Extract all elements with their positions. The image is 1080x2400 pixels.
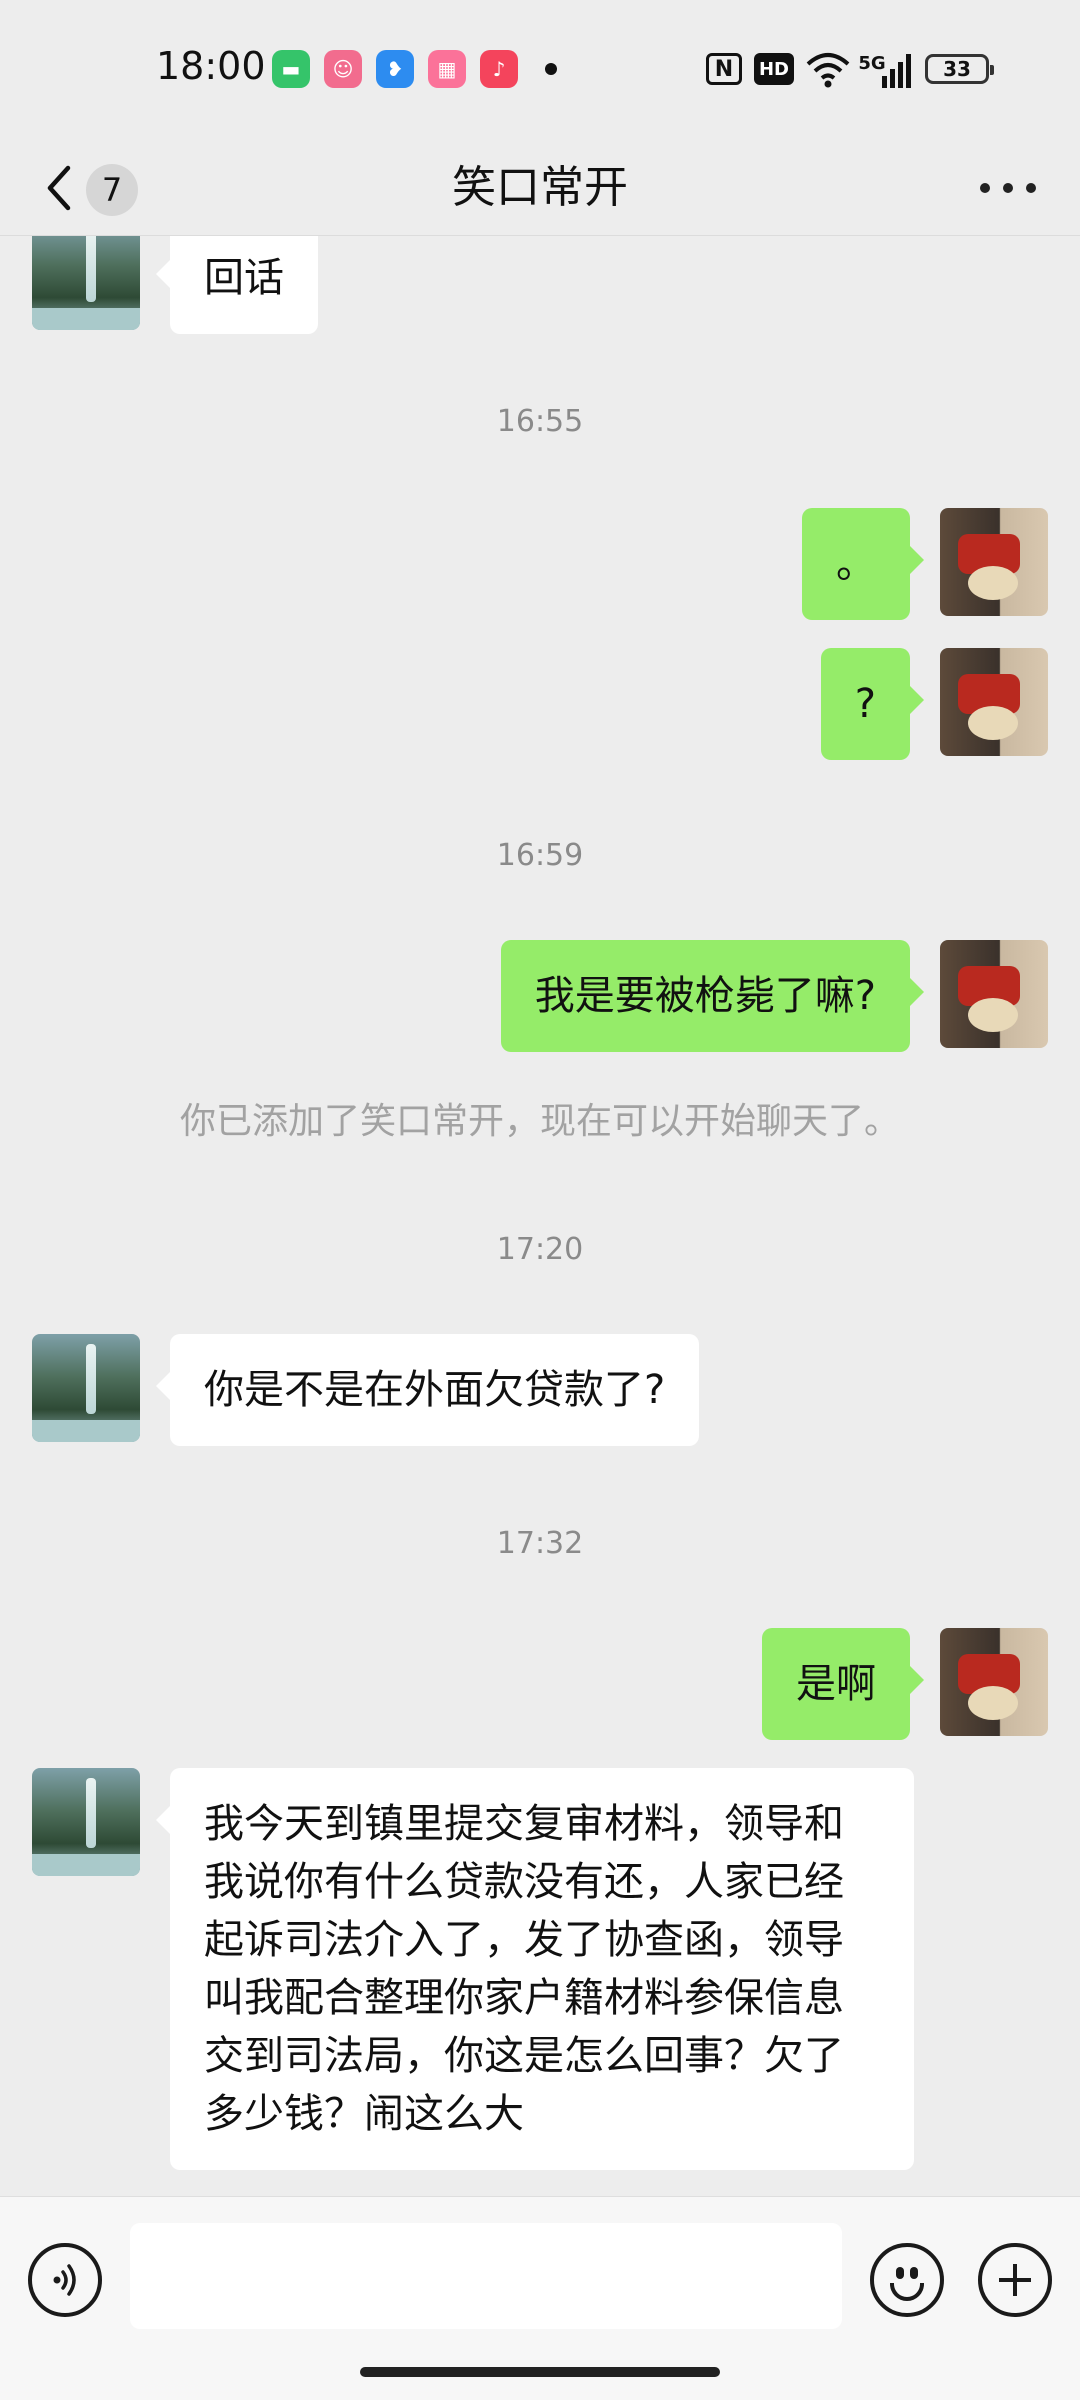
sent-message-bubble[interactable]: 是啊 xyxy=(762,1628,924,1740)
wifi-icon xyxy=(806,53,850,88)
more-options-icon[interactable] xyxy=(974,166,1042,210)
message-input[interactable] xyxy=(130,2223,842,2329)
message-timestamp: 16:59 xyxy=(496,838,584,873)
system-notice: 你已添加了笑口常开，现在可以开始聊天了。 xyxy=(179,1101,900,1142)
sent-message-bubble[interactable]: ? xyxy=(820,648,925,760)
status-bar: 18:00 ▬ ☺ ❥ ▦ ♪ N HD 5G 33 xyxy=(0,0,1080,140)
received-message-bubble[interactable]: 你是不是在外面欠贷款了? xyxy=(155,1334,700,1446)
chat-title: 笑口常开 xyxy=(452,162,628,213)
my-avatar[interactable] xyxy=(940,1628,1048,1736)
back-arrow-icon[interactable] xyxy=(38,162,82,214)
message-list[interactable]: 回话 16:55 。 ? 16:59 我是要被枪毙了嘛? 你已添加了笑口常开，现… xyxy=(0,236,1080,2196)
chat-header: 7 笑口常开 xyxy=(0,140,1080,236)
received-message-bubble[interactable]: 我今天到镇里提交复审材料，领导和我说你有什么贷款没有还，人家已经起诉司法介入了，… xyxy=(156,1768,914,2170)
message-timestamp: 17:32 xyxy=(496,1526,584,1561)
cartoon-app-icon: ☺ xyxy=(324,50,362,88)
more-functions-plus-button[interactable] xyxy=(978,2243,1052,2317)
hd-icon: HD xyxy=(754,53,794,85)
voice-icon xyxy=(53,2264,76,2296)
input-bar xyxy=(0,2196,1080,2400)
feather-app-icon: ❥ xyxy=(376,50,414,88)
nfc-icon: N xyxy=(706,53,742,85)
voice-input-button[interactable] xyxy=(28,2243,102,2317)
messages-app-icon: ▬ xyxy=(272,50,310,88)
contact-avatar[interactable] xyxy=(32,1334,140,1442)
sent-message-bubble[interactable]: 我是要被枪毙了嘛? xyxy=(500,940,925,1052)
more-notifications-dot xyxy=(545,63,557,75)
contact-avatar[interactable] xyxy=(32,236,140,330)
music-app-icon: ♪ xyxy=(480,50,518,88)
my-avatar[interactable] xyxy=(940,940,1048,1048)
message-timestamp: 16:55 xyxy=(496,404,584,439)
emoji-icon xyxy=(896,2267,904,2279)
sent-message-bubble[interactable]: 。 xyxy=(802,508,924,620)
signal-icon xyxy=(882,54,911,88)
status-time: 18:00 xyxy=(156,44,266,88)
my-avatar[interactable] xyxy=(940,508,1048,616)
my-avatar[interactable] xyxy=(940,648,1048,756)
home-indicator[interactable] xyxy=(360,2367,720,2377)
contact-avatar[interactable] xyxy=(32,1768,140,1876)
unread-count-badge[interactable]: 7 xyxy=(86,164,138,216)
message-timestamp: 17:20 xyxy=(496,1232,584,1267)
received-message-bubble[interactable]: 回话 xyxy=(156,236,318,334)
emoji-button[interactable] xyxy=(870,2243,944,2317)
battery-indicator: 33 xyxy=(925,54,994,84)
bilibili-app-icon: ▦ xyxy=(428,50,466,88)
